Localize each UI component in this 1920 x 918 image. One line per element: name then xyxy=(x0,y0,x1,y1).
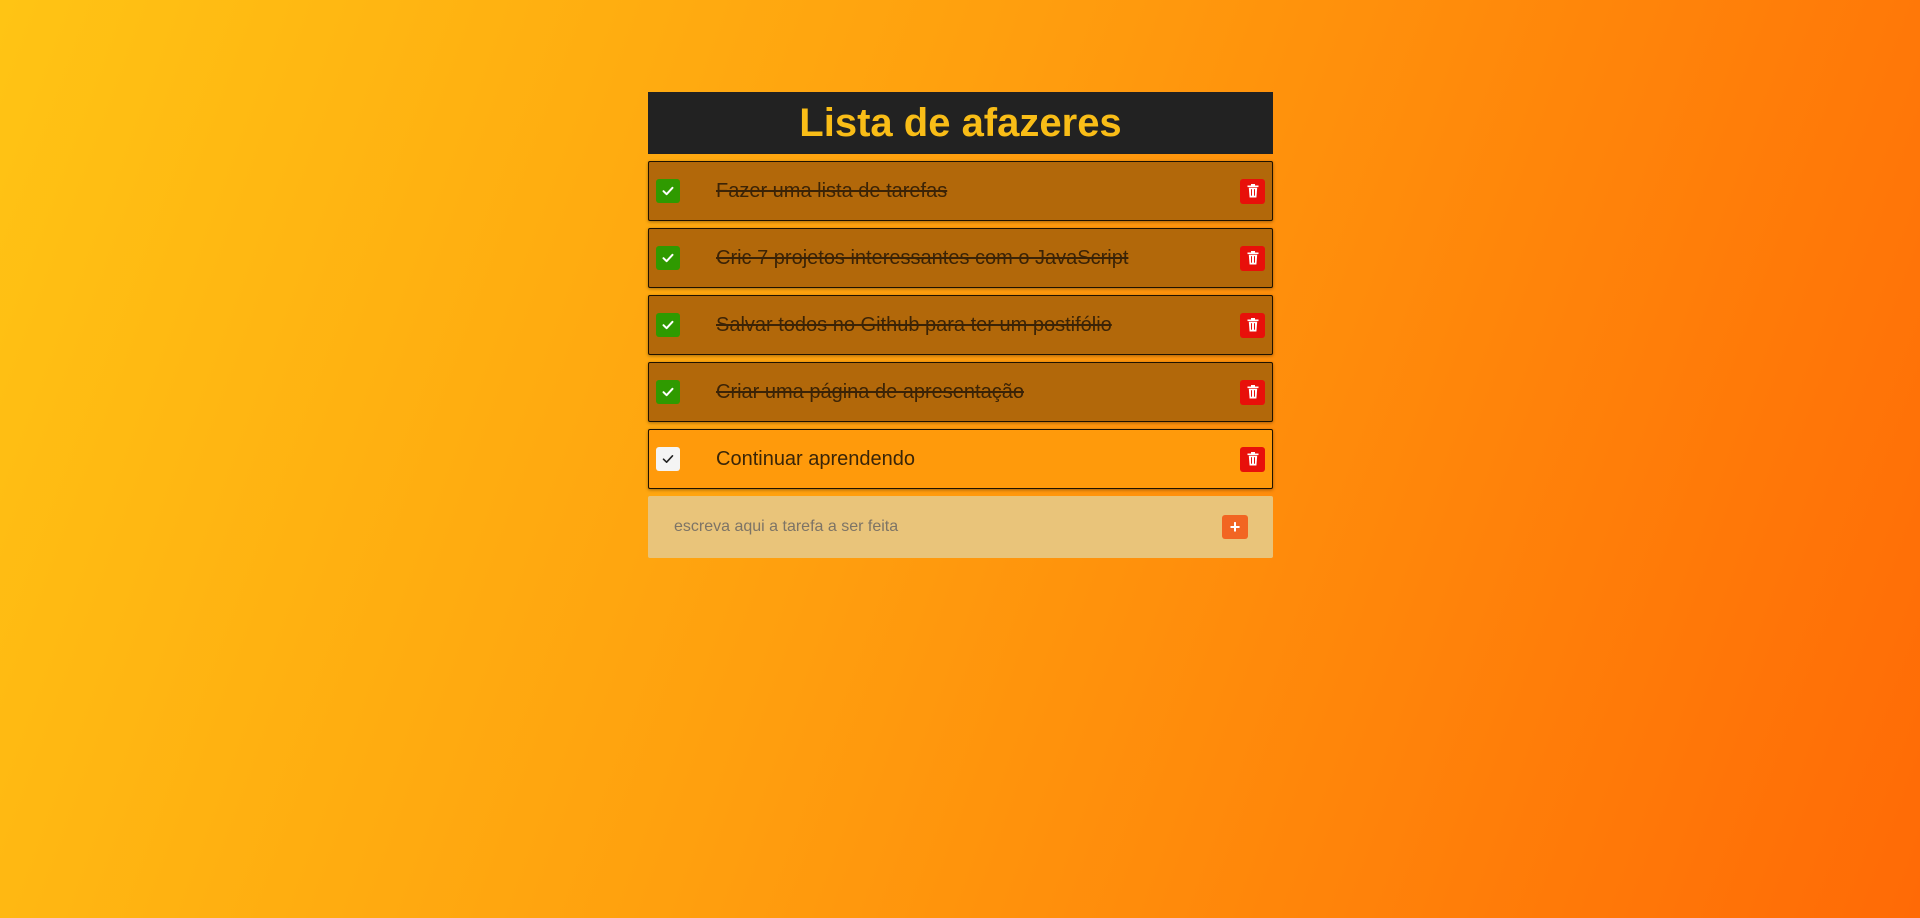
task-label: Cric 7 projetos interessantes com o Java… xyxy=(716,246,1129,269)
trash-icon xyxy=(1247,184,1258,198)
delete-button[interactable] xyxy=(1240,178,1265,204)
todo-app: Lista de afazeres Fazer uma lista de tar… xyxy=(648,92,1273,558)
task-list: Fazer uma lista de tarefas Cric 7 projet… xyxy=(648,161,1273,489)
check-icon xyxy=(662,387,674,397)
check-button[interactable] xyxy=(656,313,680,337)
check-icon xyxy=(662,320,674,330)
add-task-form: + xyxy=(648,496,1273,558)
trash-icon xyxy=(1247,385,1258,399)
app-header: Lista de afazeres xyxy=(648,92,1273,154)
task-label: Continuar aprendendo xyxy=(716,447,916,470)
add-task-button[interactable]: + xyxy=(1222,515,1248,539)
trash-icon xyxy=(1247,318,1258,332)
task-item: Fazer uma lista de tarefas xyxy=(648,161,1273,221)
plus-icon: + xyxy=(1229,517,1241,537)
delete-button[interactable] xyxy=(1240,312,1265,338)
check-button[interactable] xyxy=(656,447,680,471)
task-item: Cric 7 projetos interessantes com o Java… xyxy=(648,228,1273,288)
delete-button[interactable] xyxy=(1240,245,1265,271)
task-label: Criar uma página de apresentação xyxy=(716,380,1024,403)
check-button[interactable] xyxy=(656,179,680,203)
trash-icon xyxy=(1247,251,1258,265)
check-icon xyxy=(662,186,674,196)
task-label: Salvar todos no Github para ter um posti… xyxy=(716,313,1112,336)
delete-button[interactable] xyxy=(1240,446,1265,472)
task-item: Salvar todos no Github para ter um posti… xyxy=(648,295,1273,355)
check-button[interactable] xyxy=(656,380,680,404)
delete-button[interactable] xyxy=(1240,379,1265,405)
check-button[interactable] xyxy=(656,246,680,270)
task-item: Continuar aprendendo xyxy=(648,429,1273,489)
trash-icon xyxy=(1247,452,1258,466)
page-title: Lista de afazeres xyxy=(799,100,1122,145)
check-icon xyxy=(662,455,674,463)
task-label: Fazer uma lista de tarefas xyxy=(716,179,948,202)
check-icon xyxy=(662,253,674,263)
task-item: Criar uma página de apresentação xyxy=(648,362,1273,422)
new-task-input[interactable] xyxy=(672,511,1222,543)
